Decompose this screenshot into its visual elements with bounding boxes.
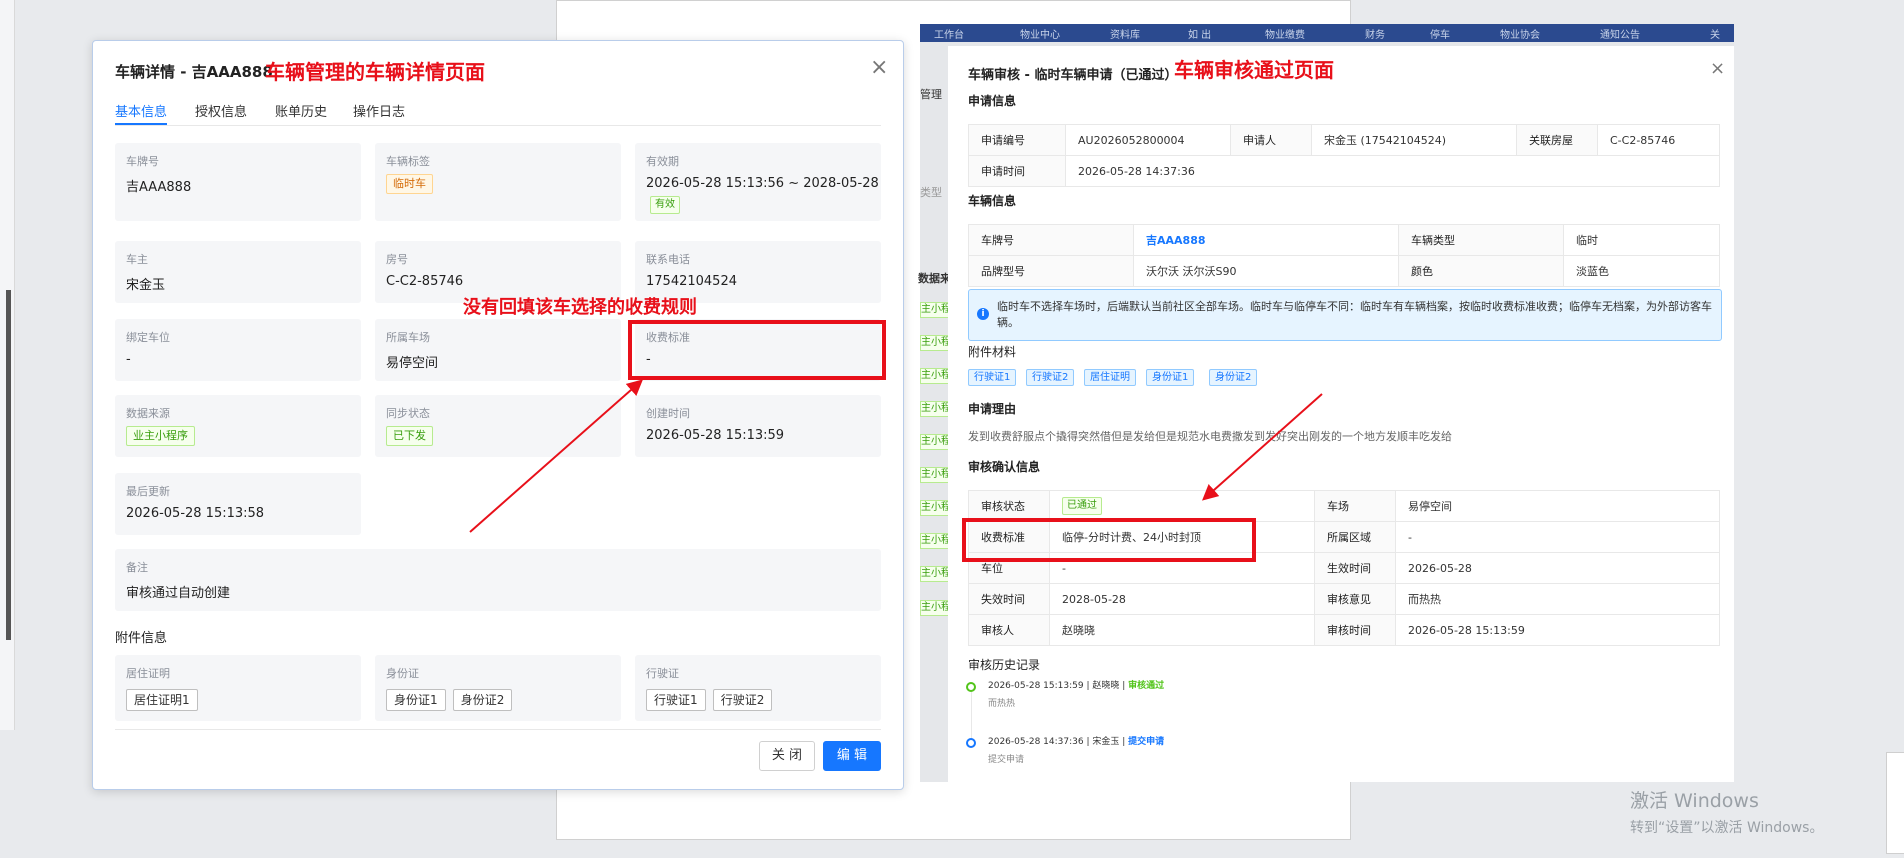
windows-activation-watermark: 激活 Windows 转到“设置”以激活 Windows。: [1630, 786, 1823, 837]
annotation-arrows: [469, 379, 1323, 533]
arrow-to-right-box: [1202, 393, 1323, 501]
watermark-line1: 激活 Windows: [1630, 790, 1759, 812]
arrow-to-left-box: [469, 379, 643, 533]
watermark-line2: 转到“设置”以激活 Windows。: [1630, 820, 1824, 836]
